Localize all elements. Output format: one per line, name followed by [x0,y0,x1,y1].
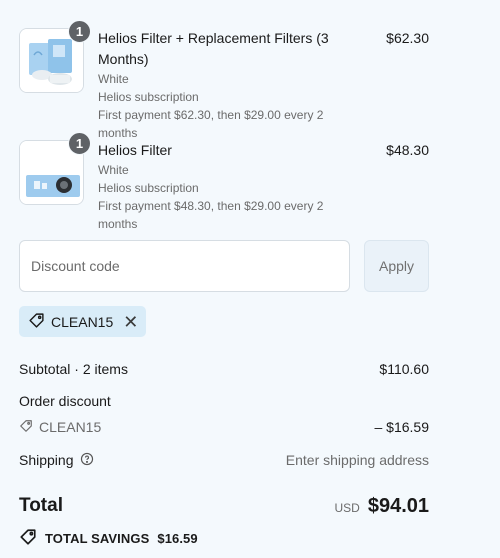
product-variant: White [98,72,129,86]
discount-value: – $16.59 [374,419,430,435]
subtotal-row: Subtotal · 2 items $110.60 [19,359,429,379]
product-name: Helios Filter + Replacement Filters (3 M… [98,30,329,67]
total-value: $94.01 [367,494,429,517]
product-name: Helios Filter [98,142,172,158]
product-plan: Helios subscription [98,90,199,104]
cart-item: 1 Helios Filter + Replacement Filters (3… [19,20,429,140]
total-row: Total USD $94.01 [19,492,429,520]
applied-discount-chip: CLEAN15 ✕ [19,306,147,337]
product-plan: Helios subscription [98,181,199,195]
shipping-value: Enter shipping address [285,452,429,468]
order-discount-row: Order discount [19,391,429,411]
discount-code-input[interactable] [19,240,350,292]
quantity-badge: 1 [68,20,91,43]
order-discount-label: Order discount [19,393,111,409]
savings-value: $16.59 [157,531,198,546]
total-label: Total [19,495,63,516]
shipping-label: Shipping [19,452,74,468]
product-variant: White [98,163,129,177]
quantity-badge: 1 [68,132,91,155]
tag-icon [28,312,45,332]
currency-code: USD [334,500,360,515]
subtotal-label: Subtotal · 2 items [19,361,128,377]
total-savings: TOTAL SAVINGS $16.59 [19,528,198,549]
applied-code-label: CLEAN15 [51,313,114,330]
product-price: $48.30 [386,142,429,158]
apply-discount-button[interactable]: Apply [364,240,429,292]
product-payment: First payment $48.30, then $29.00 every … [98,199,324,231]
shipping-row: Shipping Enter shipping address [19,450,429,470]
tag-icon [19,419,33,436]
discount-code-row: CLEAN15 – $16.59 [19,417,429,437]
summary-discount-code: CLEAN15 [39,419,102,435]
tag-icon [19,528,37,549]
remove-discount-icon[interactable]: ✕ [123,313,138,331]
subtotal-value: $110.60 [379,361,429,377]
help-icon[interactable] [80,452,94,469]
cart-item: 1 Helios Filter White Helios subscriptio… [19,132,429,231]
savings-label: TOTAL SAVINGS [45,531,150,546]
product-price: $62.30 [386,30,429,46]
product-payment: First payment $62.30, then $29.00 every … [98,108,324,140]
